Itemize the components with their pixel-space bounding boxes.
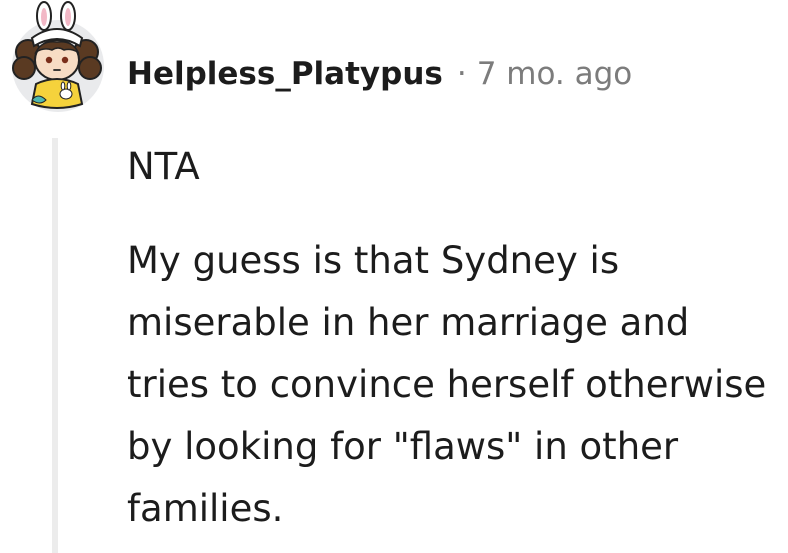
comment: Helpless_Platypus · 7 mo. ago NTA My gue… bbox=[0, 0, 788, 553]
avatar-icon bbox=[12, 1, 104, 112]
user-avatar[interactable] bbox=[2, 0, 114, 112]
comment-meta: Helpless_Platypus · 7 mo. ago bbox=[127, 52, 632, 96]
comment-paragraph: My guess is that Sydney is miserable in … bbox=[127, 239, 767, 530]
meta-separator: · bbox=[456, 56, 467, 92]
timestamp-link[interactable]: 7 mo. ago bbox=[477, 56, 633, 92]
thread-collapse-line[interactable] bbox=[52, 138, 58, 553]
comment-body: NTA My guess is that Sydney is miserable… bbox=[127, 136, 767, 540]
author-link[interactable]: Helpless_Platypus bbox=[127, 56, 443, 92]
comment-paragraph: NTA bbox=[127, 145, 200, 188]
